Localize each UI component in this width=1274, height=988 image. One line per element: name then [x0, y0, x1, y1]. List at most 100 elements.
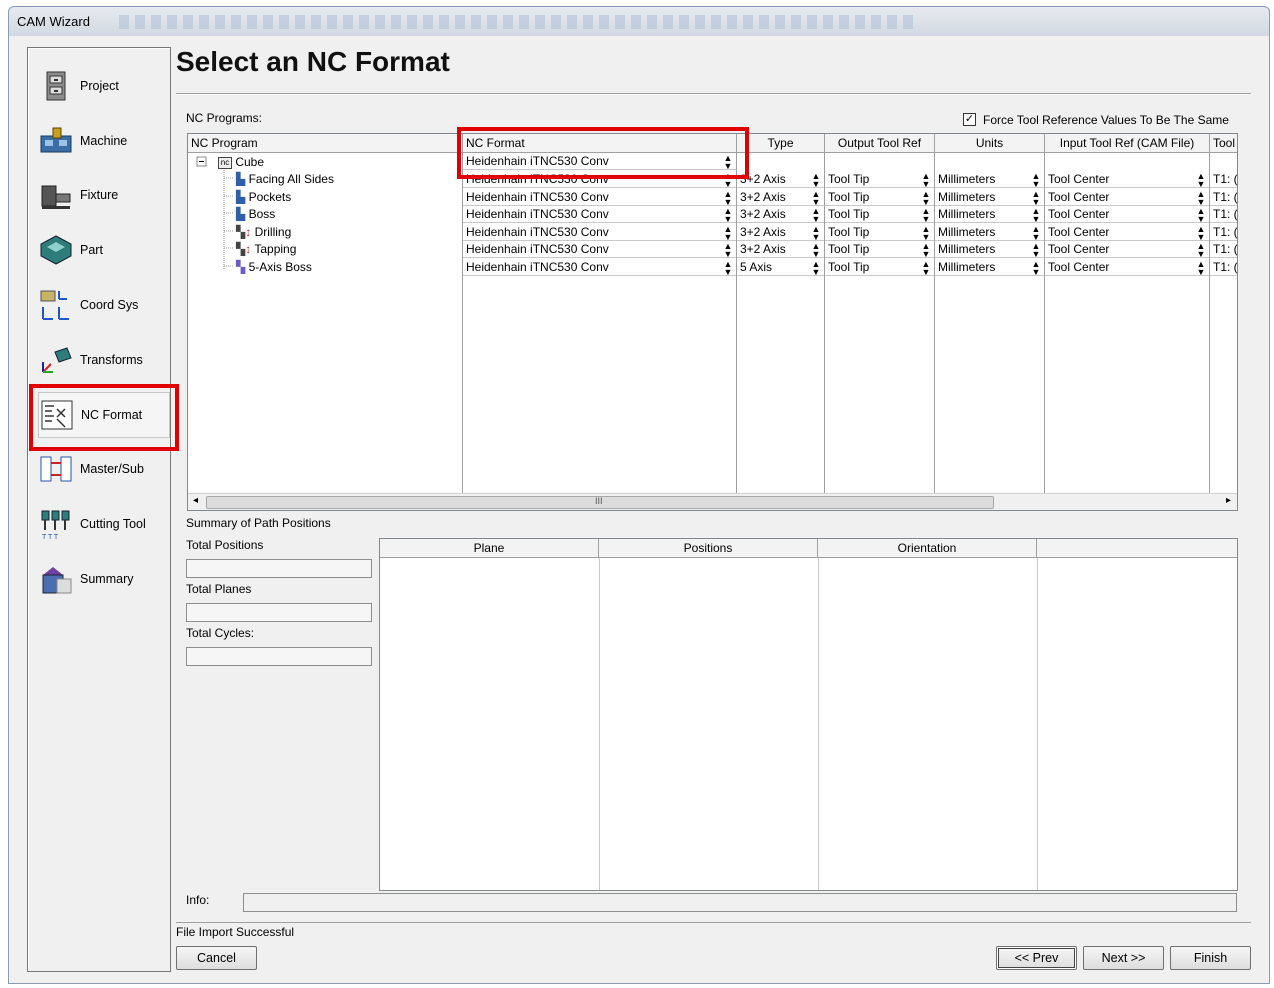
- spinner-arrows-icon[interactable]: ▲ ▼: [1196, 224, 1206, 240]
- type-cell[interactable]: 3+2 Axis ▲ ▼: [737, 241, 824, 259]
- spinner-arrows-icon[interactable]: ▲ ▼: [1196, 207, 1206, 223]
- spinner-arrows-icon[interactable]: ▲ ▼: [1031, 224, 1041, 240]
- col-header-nc-program[interactable]: NC Program: [188, 134, 462, 153]
- sidebar-item-transforms[interactable]: Transforms: [38, 337, 170, 383]
- type-cell[interactable]: 3+2 Axis ▲ ▼: [737, 171, 824, 188]
- tree-item-5-axis-boss[interactable]: ▚ 5-Axis Boss: [236, 259, 312, 276]
- prev-button[interactable]: << Prev: [996, 946, 1077, 970]
- spinner-arrows-icon[interactable]: ▲ ▼: [921, 224, 931, 240]
- spinner-arrows-icon[interactable]: ▲ ▼: [723, 189, 733, 205]
- col-header-output-tool-ref[interactable]: Output Tool Ref: [825, 134, 934, 153]
- spinner-arrows-icon[interactable]: ▲ ▼: [811, 189, 821, 205]
- spinner-arrows-icon[interactable]: ▲ ▼: [1031, 172, 1041, 188]
- col-header-plane[interactable]: Plane: [380, 539, 599, 558]
- spinner-arrows-icon[interactable]: ▲ ▼: [811, 172, 821, 188]
- output-tool-ref-cell[interactable]: Tool Tip ▲ ▼: [825, 224, 934, 241]
- scroll-right-icon[interactable]: ▸: [1226, 495, 1231, 506]
- spinner-arrows-icon[interactable]: ▲ ▼: [1031, 189, 1041, 205]
- output-tool-ref-cell[interactable]: Tool Tip ▲ ▼: [825, 171, 934, 188]
- sidebar-item-fixture[interactable]: Fixture: [38, 172, 170, 218]
- tree-item-boss[interactable]: ▙ Boss: [236, 206, 275, 223]
- tool-cell[interactable]: T1: (: [1210, 224, 1237, 241]
- spinner-arrows-icon[interactable]: ▲ ▼: [921, 207, 931, 223]
- units-cell[interactable]: Millimeters ▲ ▼: [935, 189, 1044, 206]
- scroll-left-icon[interactable]: ◂: [193, 495, 198, 506]
- input-tool-ref-cell[interactable]: Tool Center ▲ ▼: [1045, 206, 1209, 224]
- input-tool-ref-cell[interactable]: Tool Center ▲ ▼: [1045, 241, 1209, 259]
- spinner-arrows-icon[interactable]: ▲ ▼: [921, 189, 931, 205]
- spinner-arrows-icon[interactable]: ▲ ▼: [811, 207, 821, 223]
- spinner-arrows-icon[interactable]: ▲ ▼: [1031, 260, 1041, 276]
- spinner-arrows-icon[interactable]: ▲ ▼: [723, 260, 733, 276]
- spinner-arrows-icon[interactable]: ▲ ▼: [1196, 242, 1206, 258]
- tool-cell[interactable]: T1: (: [1210, 206, 1237, 224]
- type-cell[interactable]: 3+2 Axis ▲ ▼: [737, 206, 824, 224]
- sidebar-item-summary[interactable]: Summary: [38, 556, 170, 602]
- spinner-arrows-icon[interactable]: ▲ ▼: [723, 242, 733, 258]
- col-header-tool[interactable]: Tool: [1210, 134, 1237, 153]
- input-tool-ref-cell[interactable]: Tool Center ▲ ▼: [1045, 224, 1209, 241]
- spinner-arrows-icon[interactable]: ▲ ▼: [811, 242, 821, 258]
- nc-format-cell[interactable]: Heidenhain iTNC530 Conv ▲ ▼: [463, 189, 736, 206]
- col-header-blank[interactable]: [1037, 539, 1237, 558]
- col-header-type[interactable]: Type: [737, 134, 824, 153]
- finish-button[interactable]: Finish: [1170, 946, 1251, 970]
- sidebar-item-part[interactable]: Part: [38, 227, 170, 273]
- spinner-arrows-icon[interactable]: ▲ ▼: [921, 260, 931, 276]
- nc-format-cell[interactable]: Heidenhain iTNC530 Conv ▲ ▼: [463, 206, 736, 224]
- tree-item-pockets[interactable]: ▙ Pockets: [236, 189, 291, 206]
- scroll-thumb[interactable]: III: [206, 496, 994, 509]
- col-header-input-tool-ref[interactable]: Input Tool Ref (CAM File): [1045, 134, 1209, 153]
- tree-root-cube[interactable]: nc Cube: [218, 154, 264, 171]
- spinner-arrows-icon[interactable]: ▲ ▼: [1031, 242, 1041, 258]
- spinner-arrows-icon[interactable]: ▲ ▼: [1196, 260, 1206, 276]
- tree-item-facing-all-sides[interactable]: ▙ Facing All Sides: [236, 171, 334, 188]
- tool-cell[interactable]: T1: (: [1210, 259, 1237, 276]
- nc-format-cell[interactable]: Heidenhain iTNC530 Conv ▲ ▼: [463, 259, 736, 276]
- tree-item-tapping[interactable]: ▚↕ Tapping: [236, 241, 296, 258]
- next-button[interactable]: Next >>: [1083, 946, 1164, 970]
- tool-cell[interactable]: T1: (: [1210, 189, 1237, 206]
- type-cell[interactable]: 3+2 Axis ▲ ▼: [737, 224, 824, 241]
- col-header-positions[interactable]: Positions: [599, 539, 818, 558]
- output-tool-ref-cell[interactable]: Tool Tip ▲ ▼: [825, 189, 934, 206]
- spinner-arrows-icon[interactable]: ▲ ▼: [723, 224, 733, 240]
- col-header-units[interactable]: Units: [935, 134, 1044, 153]
- nc-format-cell[interactable]: Heidenhain iTNC530 Conv ▲ ▼: [463, 224, 736, 241]
- spinner-arrows-icon[interactable]: ▲ ▼: [921, 172, 931, 188]
- tree-item-drilling[interactable]: ▚↕ Drilling: [236, 224, 291, 241]
- input-tool-ref-cell[interactable]: Tool Center ▲ ▼: [1045, 259, 1209, 276]
- tool-cell[interactable]: T1: (: [1210, 241, 1237, 259]
- units-cell[interactable]: Millimeters ▲ ▼: [935, 224, 1044, 241]
- type-cell[interactable]: 5 Axis ▲ ▼: [737, 259, 824, 276]
- output-tool-ref-cell[interactable]: Tool Tip ▲ ▼: [825, 259, 934, 276]
- sidebar-item-master-sub[interactable]: Master/Sub: [38, 446, 170, 492]
- spinner-arrows-icon[interactable]: ▲ ▼: [921, 242, 931, 258]
- tool-cell[interactable]: T1: (: [1210, 171, 1237, 188]
- spinner-arrows-icon[interactable]: ▲ ▼: [1031, 207, 1041, 223]
- sidebar-item-machine[interactable]: Machine: [38, 118, 170, 164]
- force-tool-ref-checkbox[interactable]: ✓: [963, 113, 976, 126]
- output-tool-ref-cell[interactable]: Tool Tip ▲ ▼: [825, 241, 934, 259]
- units-cell[interactable]: Millimeters ▲ ▼: [935, 241, 1044, 259]
- spinner-arrows-icon[interactable]: ▲ ▼: [811, 224, 821, 240]
- spinner-arrows-icon[interactable]: ▲ ▼: [1196, 189, 1206, 205]
- spinner-arrows-icon[interactable]: ▲ ▼: [723, 207, 733, 223]
- wizard-sidebar: Project Machine Fixture Part Coord Sys T…: [27, 47, 171, 972]
- spinner-arrows-icon[interactable]: ▲ ▼: [811, 260, 821, 276]
- cancel-button[interactable]: Cancel: [176, 946, 257, 970]
- type-cell[interactable]: 3+2 Axis ▲ ▼: [737, 189, 824, 206]
- sidebar-item-coord-sys[interactable]: Coord Sys: [38, 282, 170, 328]
- units-cell[interactable]: Millimeters ▲ ▼: [935, 206, 1044, 224]
- nc-format-cell[interactable]: Heidenhain iTNC530 Conv ▲ ▼: [463, 241, 736, 259]
- sidebar-item-project[interactable]: Project: [38, 63, 170, 109]
- units-cell[interactable]: Millimeters ▲ ▼: [935, 171, 1044, 188]
- input-tool-ref-cell[interactable]: Tool Center ▲ ▼: [1045, 171, 1209, 188]
- sidebar-item-cutting-tool[interactable]: T T T Cutting Tool: [38, 501, 170, 547]
- output-tool-ref-cell[interactable]: Tool Tip ▲ ▼: [825, 206, 934, 224]
- grid-horizontal-scrollbar[interactable]: ◂ III ▸: [188, 493, 1237, 510]
- units-cell[interactable]: Millimeters ▲ ▼: [935, 259, 1044, 276]
- col-header-orientation[interactable]: Orientation: [818, 539, 1037, 558]
- input-tool-ref-cell[interactable]: Tool Center ▲ ▼: [1045, 189, 1209, 206]
- spinner-arrows-icon[interactable]: ▲ ▼: [1196, 172, 1206, 188]
